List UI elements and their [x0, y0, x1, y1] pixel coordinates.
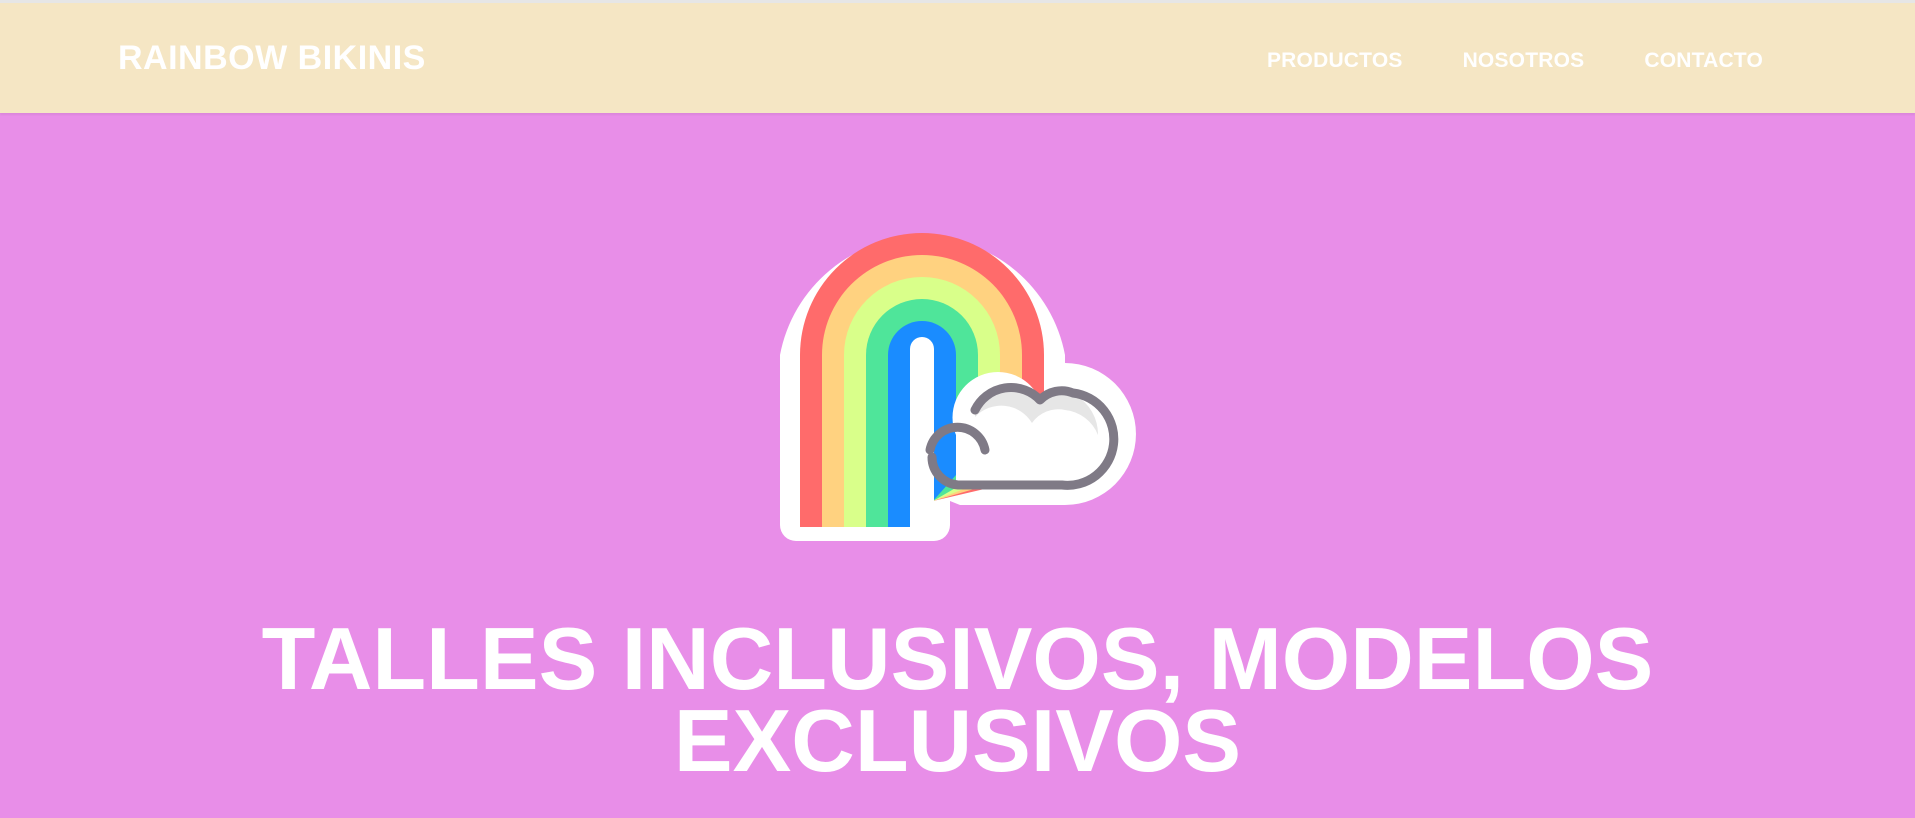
page: RAINBOW BIKINIS PRODUCTOS NOSOTROS CONTA…: [0, 0, 1915, 818]
hero-headline: TALLES INCLUSIVOS, MODELOS EXCLUSIVOS: [261, 609, 1654, 790]
rainbow-inner-gap: [910, 337, 934, 527]
brand-logo-link[interactable]: RAINBOW BIKINIS: [118, 41, 426, 75]
navbar: RAINBOW BIKINIS PRODUCTOS NOSOTROS CONTA…: [0, 3, 1915, 113]
main-nav: PRODUCTOS NOSOTROS CONTACTO: [1267, 50, 1763, 71]
nav-link-productos[interactable]: PRODUCTOS: [1267, 50, 1403, 71]
rainbow-cloud-icon: [780, 233, 1136, 541]
nav-link-contacto[interactable]: CONTACTO: [1644, 50, 1763, 71]
nav-link-nosotros[interactable]: NOSOTROS: [1463, 50, 1585, 71]
